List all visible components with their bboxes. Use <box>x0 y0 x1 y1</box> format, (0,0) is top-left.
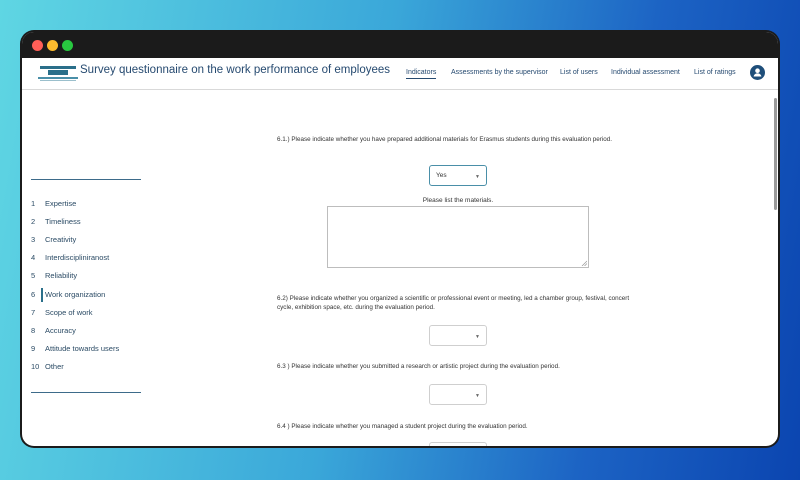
sidebar-item-scope-of-work[interactable]: 7 Scope of work <box>31 308 93 317</box>
sidebar-item-expertise[interactable]: 1 Expertise <box>31 199 76 208</box>
question-6-4-select[interactable]: ▼ <box>429 442 487 446</box>
window-titlebar <box>22 32 778 58</box>
chevron-down-icon: ▼ <box>475 393 480 399</box>
sidebar-divider-top <box>31 179 141 180</box>
sidebar-item-accuracy[interactable]: 8 Accuracy <box>31 326 76 335</box>
chevron-down-icon: ▼ <box>475 334 480 340</box>
minimize-window-button[interactable] <box>47 40 58 51</box>
question-6-2-select[interactable]: ▼ <box>429 325 487 346</box>
sidebar-item-timeliness[interactable]: 2 Timeliness <box>31 217 81 226</box>
sidebar-item-attitude-towards-users[interactable]: 9 Attitude towards users <box>31 344 119 353</box>
question-6-1-select[interactable]: Yes ▼ <box>429 165 487 186</box>
nav-list-of-users[interactable]: List of users <box>560 69 598 76</box>
page-title: Survey questionnaire on the work perform… <box>80 64 391 76</box>
sidebar-item-work-organization[interactable]: 6 Work organization <box>31 288 105 302</box>
question-6-3: 6.3 ) Please indicate whether you submit… <box>277 363 560 370</box>
materials-textarea[interactable] <box>327 206 589 268</box>
sidebar-item-interdisciplinarity[interactable]: 4 Interdiscipliniranost <box>31 253 109 262</box>
browser-window: Survey questionnaire on the work perform… <box>22 32 778 446</box>
close-window-button[interactable] <box>32 40 43 51</box>
resize-grip-icon[interactable] <box>581 260 587 266</box>
sidebar-item-creativity[interactable]: 3 Creativity <box>31 235 76 244</box>
question-6-2: 6.2) Please indicate whether you organiz… <box>277 295 630 311</box>
question-6-1: 6.1.) Please indicate whether you have p… <box>277 136 612 143</box>
sidebar-divider-bottom <box>31 392 141 393</box>
app-header: Survey questionnaire on the work perform… <box>22 58 778 90</box>
user-avatar-icon[interactable] <box>750 65 765 80</box>
sidebar-item-reliability[interactable]: 5 Reliability <box>31 271 77 280</box>
nav-assessments-by-supervisor[interactable]: Assessments by the supervisor <box>451 69 548 76</box>
sidebar-item-other[interactable]: 10 Other <box>31 362 64 371</box>
maximize-window-button[interactable] <box>62 40 73 51</box>
nav-indicators[interactable]: Indicators <box>406 69 437 79</box>
active-marker <box>41 288 43 302</box>
nav-individual-assessment[interactable]: Individual assessment <box>611 69 680 76</box>
page-scrollbar[interactable] <box>774 98 777 210</box>
question-6-4: 6.4 ) Please indicate whether you manage… <box>277 423 528 430</box>
question-6-3-select[interactable]: ▼ <box>429 384 487 405</box>
institution-logo <box>36 62 80 84</box>
materials-label: Please list the materials. <box>422 197 494 204</box>
chevron-down-icon: ▼ <box>475 174 480 180</box>
nav-list-of-ratings[interactable]: List of ratings <box>694 69 736 76</box>
